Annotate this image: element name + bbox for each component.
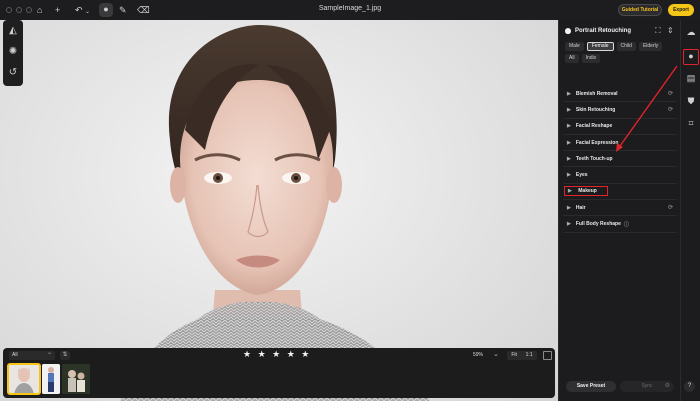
filmstrip: All ⇅ ★ ★ ★ ★ ★ 59% ⌄ Fit 1:1 — [3, 348, 555, 398]
section-facial-reshape[interactable]: ▶ Facial Reshape — [563, 119, 677, 135]
section-label: Full Body Reshape — [575, 221, 621, 228]
reset-icon[interactable]: ⟳ — [668, 90, 673, 97]
expand-arrow-icon: ▶ — [568, 188, 572, 195]
window-controls[interactable] — [6, 7, 32, 13]
expand-arrow-icon: ▶ — [567, 106, 571, 113]
chip-elderly[interactable]: Elderly — [638, 42, 663, 51]
section-label: Eyes — [575, 172, 588, 179]
filter-icon[interactable]: ⇅ — [60, 351, 70, 360]
thumbnail[interactable] — [42, 364, 60, 394]
portrait-icon — [565, 28, 571, 34]
save-preset-button[interactable]: Save Preset — [566, 381, 616, 392]
expand-arrow-icon: ▶ — [567, 221, 571, 228]
expand-arrow-icon: ▶ — [567, 204, 571, 211]
section-label: Hair — [575, 204, 586, 211]
reorder-icon[interactable]: ⇕ — [667, 26, 674, 35]
portrait-mode-icon[interactable]: ● — [99, 3, 113, 17]
expand-arrow-icon: ▶ — [567, 139, 571, 146]
zoom-window-icon[interactable] — [26, 7, 32, 13]
reset-icon[interactable]: ⟳ — [668, 204, 673, 211]
plus-icon[interactable]: + — [55, 4, 60, 16]
portrait-retouching-panel: Portrait Retouching ⛶ ⇕ Male Female Chil… — [558, 20, 680, 401]
section-full-body-reshape[interactable]: ▶ Full Body Reshape ⓘ — [563, 216, 677, 233]
adjust-icon[interactable]: ✺ — [3, 46, 23, 57]
minimize-window-icon[interactable] — [16, 7, 22, 13]
portrait-icon[interactable]: ● — [683, 49, 699, 65]
clothing-icon[interactable]: ⛊ — [681, 96, 700, 107]
chip-child[interactable]: Child — [616, 42, 636, 51]
chip-indix[interactable]: Indix — [581, 54, 601, 63]
help-icon[interactable]: ? — [684, 381, 695, 392]
crop-icon[interactable]: ⌗ — [681, 118, 700, 129]
expand-arrow-icon: ▶ — [567, 90, 571, 97]
reset-icon[interactable]: ⟳ — [668, 106, 673, 113]
ai-enhance-icon[interactable]: ◭ — [3, 25, 23, 36]
title-bar: ⌂ + ↶ ⌄ ● ✎ ⌫ SampleImage_1.jpg Guided T… — [0, 0, 700, 20]
history-icon[interactable]: ↺ — [3, 67, 23, 78]
brush-icon[interactable]: ✎ — [119, 4, 127, 16]
left-toolbar: ◭ ✺ ↺ — [3, 20, 23, 86]
retouch-section-list: ▶ Blemish Removal ⟳ ▶ Skin Retouching ⟳ … — [563, 86, 677, 233]
subject-type-chips: Male Female Child Elderly All Indix — [565, 42, 677, 63]
undo-dropdown-chevron-icon[interactable]: ⌄ — [85, 6, 90, 18]
expand-arrow-icon: ▶ — [567, 172, 571, 179]
section-label: Makeup — [578, 188, 597, 195]
home-icon[interactable]: ⌂ — [37, 4, 42, 16]
section-eyes[interactable]: ▶ Eyes — [563, 167, 677, 184]
makeup-highlight-box: ▶ Makeup — [564, 186, 608, 197]
export-button[interactable]: Export — [668, 4, 694, 16]
zoom-level[interactable]: 59% — [473, 352, 483, 358]
compare-view-icon[interactable] — [543, 351, 552, 360]
undo-icon[interactable]: ↶ — [75, 4, 83, 16]
section-label: Skin Retouching — [575, 106, 616, 113]
eraser-icon[interactable]: ⌫ — [137, 4, 150, 16]
panel-title: Portrait Retouching — [575, 28, 632, 34]
expand-arrow-icon: ▶ — [567, 155, 571, 162]
thumbnail-image — [8, 364, 40, 394]
section-blemish-removal[interactable]: ▶ Blemish Removal ⟳ — [563, 86, 677, 103]
sync-label: Sync — [641, 383, 653, 389]
photo-canvas[interactable] — [0, 20, 558, 401]
section-hair[interactable]: ▶ Hair ⟳ — [563, 200, 677, 217]
section-label: Facial Expression — [575, 139, 619, 146]
thumbnail[interactable] — [62, 364, 90, 394]
thumbnail-image — [42, 364, 60, 394]
background-icon[interactable]: ▤ — [681, 73, 700, 84]
thumbnail[interactable] — [7, 363, 41, 395]
section-label: Teeth Touch-up — [575, 155, 613, 162]
guided-tutorial-button[interactable]: Guided Tutorial — [618, 4, 662, 16]
section-skin-retouching[interactable]: ▶ Skin Retouching ⟳ — [563, 102, 677, 119]
expand-icon[interactable]: ⛶ — [655, 26, 661, 36]
rating-stars[interactable]: ★ ★ ★ ★ ★ — [243, 349, 311, 360]
one-to-one-button[interactable]: 1:1 — [526, 351, 533, 360]
section-label: Facial Reshape — [575, 123, 613, 130]
panel-header: Portrait Retouching — [565, 28, 631, 34]
zoom-chevron-icon[interactable]: ⌄ — [493, 350, 499, 358]
info-icon[interactable]: ⓘ — [624, 221, 629, 228]
chip-female[interactable]: Female — [586, 42, 614, 51]
section-label: Blemish Removal — [575, 90, 618, 97]
section-makeup[interactable]: ▶ Makeup — [563, 184, 677, 201]
preset-icon[interactable]: ☁ — [681, 27, 700, 38]
zoom-fit-control[interactable]: Fit 1:1 — [507, 351, 537, 360]
expand-arrow-icon: ▶ — [567, 123, 571, 130]
chip-male[interactable]: Male — [565, 42, 584, 51]
portrait-photo — [120, 25, 430, 401]
section-facial-expression[interactable]: ▶ Facial Expression — [563, 135, 677, 152]
thumbnail-image — [62, 364, 90, 394]
fit-button[interactable]: Fit — [511, 351, 517, 360]
section-teeth-touch-up[interactable]: ▶ Teeth Touch-up — [563, 151, 677, 168]
close-window-icon[interactable] — [6, 7, 12, 13]
thumbnail-strip — [7, 363, 90, 395]
filmstrip-filter-select[interactable]: All — [9, 349, 55, 360]
chip-all[interactable]: All — [565, 54, 579, 63]
sync-button[interactable]: Sync ⚙ — [620, 381, 674, 392]
right-tool-rail: ☁ ● ▤ ⛊ ⌗ — [680, 20, 700, 401]
gear-icon[interactable]: ⚙ — [665, 381, 670, 392]
